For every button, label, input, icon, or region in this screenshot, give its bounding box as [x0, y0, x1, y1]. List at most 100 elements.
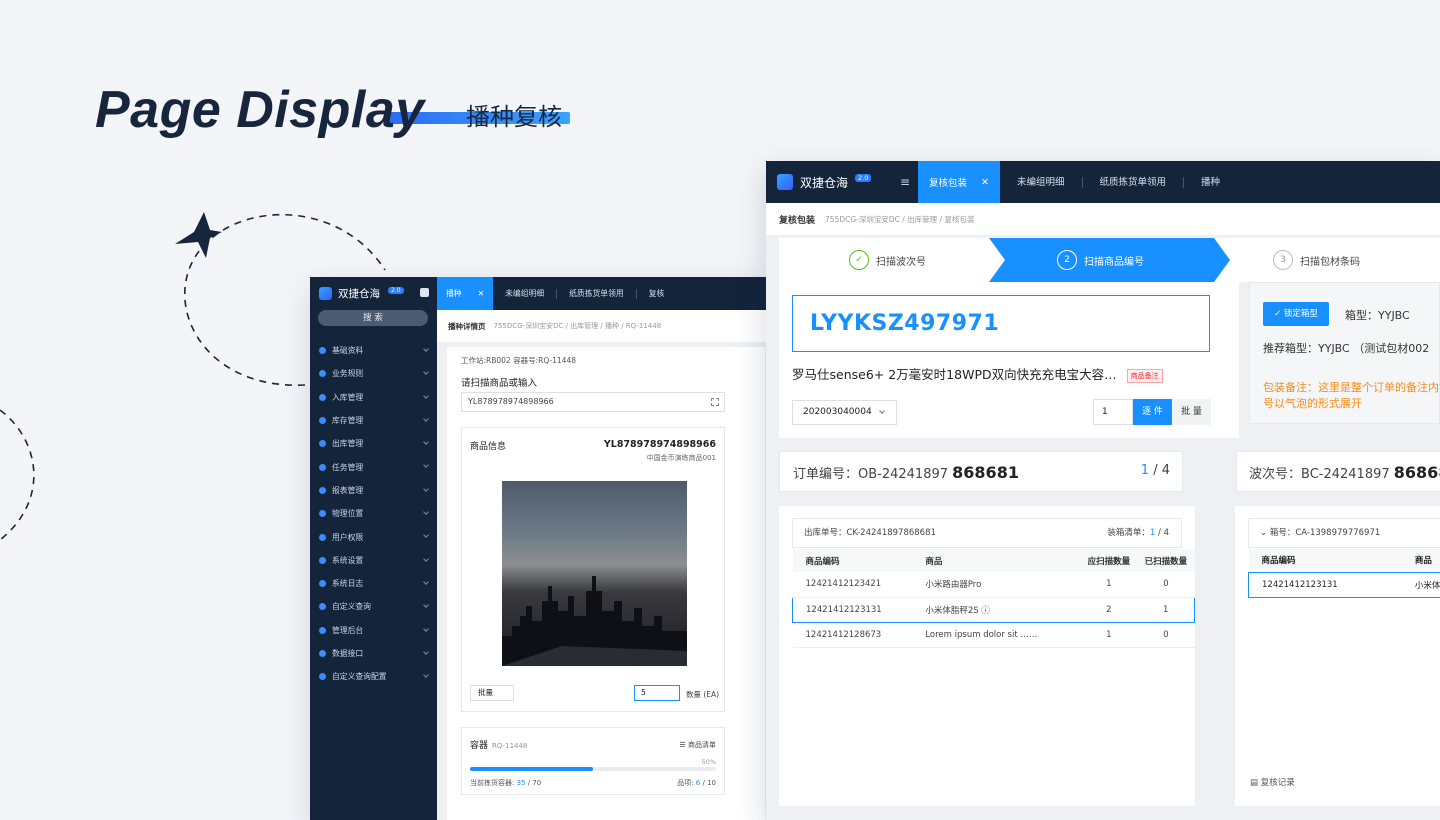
collapse-icon[interactable]	[420, 288, 429, 297]
sowing-screen: 双捷仓海 2.0 搜 索 基础资料 业务规则 入库管理 库存管理 出库管理 任务…	[310, 277, 770, 820]
sidebar-item[interactable]: 库存管理	[310, 409, 437, 432]
sidebar-item[interactable]: 出库管理	[310, 432, 437, 455]
order-number: 订单编号：OB-24241897 868681	[793, 463, 1019, 482]
tab-unassigned[interactable]: 未编组明细	[1000, 176, 1083, 188]
sidebar-item[interactable]: 任务管理	[310, 455, 437, 478]
box-number-header[interactable]: ⌄ 箱号：CA-1398979776971	[1248, 518, 1440, 548]
tab-unassigned[interactable]: 未编组明细	[493, 288, 558, 299]
search-button[interactable]: 搜 索	[318, 310, 428, 326]
lock-box-button[interactable]: ✓ 锁定箱型	[1263, 302, 1329, 326]
tab-review[interactable]: 复核	[637, 289, 677, 299]
table-row[interactable]: 12421412128673 Lorem ipsum dolor sit …… …	[792, 622, 1195, 648]
chevron-down-icon	[423, 532, 429, 539]
tab-bar: 双捷仓海 2.0 ≡ 复核包装 ✕ 未编组明细 纸质拣货单领用 播种	[766, 161, 1440, 203]
batch-select[interactable]: 批量	[470, 685, 514, 701]
tab-sowing[interactable]: 播种	[1184, 177, 1237, 188]
single-scan-button[interactable]: 逐 件	[1133, 399, 1172, 425]
step-number: 3	[1273, 250, 1293, 270]
scan-code-input[interactable]: LYYKSZ497971	[792, 295, 1210, 352]
table-row[interactable]: 12421412123131 小米体	[1247, 571, 1440, 598]
scan-icon[interactable]	[711, 398, 719, 406]
menu-icon	[319, 556, 326, 564]
wave-number: 波次号：BC-24241897 868681	[1249, 463, 1440, 482]
tab-review-pack[interactable]: 复核包装 ✕	[918, 161, 1000, 203]
scan-prompt: 请扫描商品或输入	[461, 378, 538, 389]
tab-paper-pick[interactable]: 纸质拣货单领用	[557, 288, 637, 299]
logo-icon	[319, 287, 332, 300]
progress-bar	[470, 767, 716, 771]
sidebar-item[interactable]: 基础资料	[310, 339, 437, 362]
review-history-link[interactable]: ▤ 复核记录	[1250, 776, 1295, 788]
items-label: 品项:	[677, 779, 694, 787]
logo-icon	[777, 174, 793, 190]
column-header: 商品	[912, 549, 1081, 572]
chevron-down-icon	[879, 408, 885, 414]
breadcrumb-page: 复核包装	[779, 215, 816, 226]
version-badge: 2.0	[388, 287, 404, 294]
sidebar-item[interactable]: 物理位置	[310, 502, 437, 525]
quantity-stepper[interactable]: 5	[634, 685, 680, 701]
table-cell: 2	[1080, 596, 1138, 623]
table-row[interactable]: 12421412123421 小米路由器Pro 1 0	[792, 572, 1195, 598]
batch-button[interactable]: 批 量	[1172, 399, 1211, 425]
progress-fill	[470, 767, 593, 771]
breadcrumb-page: 播种详情页	[448, 321, 486, 331]
sidebar-item[interactable]: 系统设置	[310, 549, 437, 572]
wave-number-bold: 868681	[1393, 463, 1440, 482]
close-icon[interactable]: ✕	[478, 289, 485, 298]
goods-list-link[interactable]: ☰ 商品清单	[679, 740, 716, 750]
tab-paper-pick[interactable]: 纸质拣货单领用	[1083, 176, 1185, 188]
step-label: 扫描商品编号	[1084, 256, 1144, 268]
tab-sowing[interactable]: 播种 ✕	[437, 277, 494, 310]
menu-icon[interactable]: ≡	[892, 175, 918, 189]
order-count: 1 / 4	[1141, 463, 1170, 478]
table-cell: 12421412123131	[1247, 571, 1402, 598]
menu-icon	[319, 417, 326, 425]
close-icon[interactable]: ✕	[981, 177, 989, 188]
sidebar-item[interactable]: 管理后台	[310, 619, 437, 642]
table-cell: 1	[1080, 572, 1138, 598]
table-cell: 12421412123421	[792, 572, 913, 598]
picked-count: 当前拣货容器: 35 / 70	[470, 778, 541, 788]
scan-input[interactable]: YL878978974898966	[461, 392, 725, 412]
sidebar-item-label: 出库管理	[332, 439, 364, 449]
table-row[interactable]: 12421412123131 小米体脂秤2S ⓘ 2 1	[792, 596, 1196, 623]
sidebar-item[interactable]: 数据接口	[310, 642, 437, 665]
table-cell: 小米体脂秤2S ⓘ	[912, 596, 1081, 623]
pack-list-count: 装箱清单：1 / 4	[1107, 519, 1169, 547]
logo-text: 双捷仓海	[800, 175, 849, 190]
box-items-panel: ⌄ 箱号：CA-1398979776971 商品编码 商品 12421412123…	[1235, 506, 1440, 806]
sidebar-item[interactable]: 入库管理	[310, 386, 437, 409]
document-icon: ▤	[1250, 778, 1259, 788]
sowing-panel: 工作站:RB002 容器号:RQ-11448 请扫描商品或输入 YL878978…	[447, 347, 765, 820]
order-current: 1	[1140, 463, 1150, 478]
table-header-row: 商品编码 商品	[1248, 549, 1440, 572]
sidebar-item-label: 系统设置	[332, 555, 364, 565]
quantity-input[interactable]: 1	[1093, 399, 1133, 425]
sidebar-item[interactable]: 业务规则	[310, 362, 437, 385]
outbound-table-panel: 出库单号：CK-24241897868681 装箱清单：1 / 4 商品编码 商品…	[779, 506, 1196, 806]
scan-input-value: YL878978974898966	[468, 397, 554, 406]
chevron-down-icon	[423, 462, 429, 469]
sidebar-item[interactable]: 用户权限	[310, 525, 437, 548]
quantity-unit: 数量 (EA)	[686, 690, 720, 699]
sidebar-item[interactable]: 系统日志	[310, 572, 437, 595]
step-label: 扫描包材条码	[1300, 256, 1360, 268]
chevron-down-icon	[423, 416, 429, 422]
product-note-tag[interactable]: 商品备注	[1126, 368, 1163, 383]
product-card-title: 商品信息	[470, 442, 507, 452]
sidebar-item[interactable]: 自定义查询配置	[310, 665, 437, 688]
sidebar-item[interactable]: 报表管理	[310, 479, 437, 502]
chevron-down-icon	[423, 485, 429, 492]
product-image	[502, 481, 687, 666]
table-cell: 1	[1080, 622, 1138, 648]
sidebar-item[interactable]: 自定义查询	[310, 595, 437, 618]
tab-label: 复核包装	[929, 178, 968, 189]
sidebar-item-label: 用户权限	[332, 532, 364, 542]
product-description: 罗马仕sense6+ 2万毫安时18WPD双向快充充电宝大容… 商品备注	[792, 364, 1163, 383]
order-total: / 4	[1149, 463, 1170, 478]
column-header: 已扫描数量	[1137, 549, 1195, 572]
lot-select[interactable]: 202003040004	[792, 400, 897, 425]
table-cell: 小米体	[1401, 571, 1440, 598]
container-title-label: 容器	[470, 741, 489, 751]
